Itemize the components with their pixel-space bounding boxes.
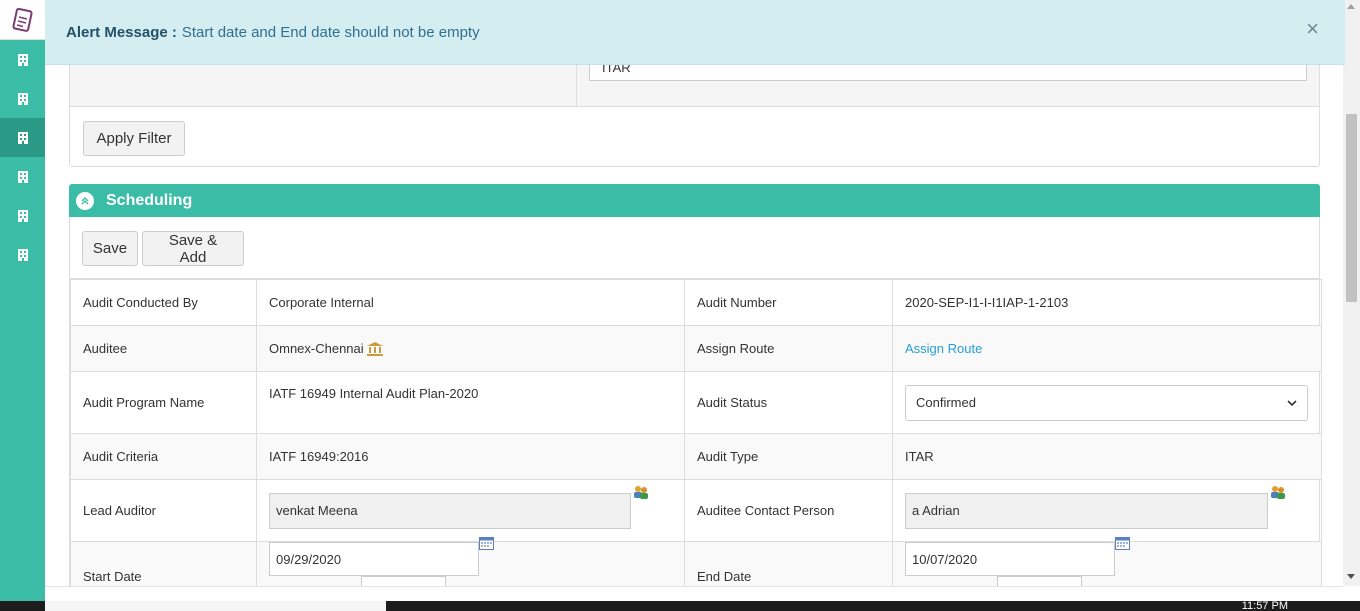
building-icon bbox=[17, 92, 28, 105]
scheduling-body: Save Save & Add Audit Conducted By Corpo… bbox=[69, 217, 1322, 586]
scroll-down-arrow-icon[interactable] bbox=[1347, 574, 1355, 579]
building-icon bbox=[17, 209, 28, 222]
scheduling-title: Scheduling bbox=[106, 191, 193, 209]
institution-icon[interactable] bbox=[367, 341, 384, 356]
form-row: Lead Auditor venkat Meena Auditee Contac… bbox=[70, 479, 1322, 542]
lead-auditor-label: Lead Auditor bbox=[70, 479, 257, 542]
form-row: Audit Program Name IATF 16949 Internal A… bbox=[70, 371, 1322, 434]
conducted-by-label: Audit Conducted By bbox=[70, 279, 257, 326]
sidebar-item-2[interactable] bbox=[0, 79, 45, 118]
building-icon bbox=[17, 170, 28, 183]
scheduling-header[interactable]: Scheduling bbox=[69, 184, 1320, 217]
end-date-cell: 10/07/2020 17:00 bbox=[892, 537, 1322, 586]
assign-route-cell: Assign Route bbox=[892, 325, 1322, 372]
apply-filter-button[interactable]: Apply Filter bbox=[83, 121, 185, 156]
building-icon bbox=[17, 53, 28, 66]
audit-criteria-label: Audit Criteria bbox=[70, 433, 257, 480]
save-and-add-button[interactable]: Save & Add bbox=[142, 231, 244, 266]
sidebar-item-1[interactable] bbox=[0, 40, 45, 79]
building-icon bbox=[17, 248, 28, 261]
sidebar-item-4[interactable] bbox=[0, 157, 45, 196]
auditee-value: Omnex-Chennai bbox=[269, 341, 364, 356]
taskbar: 11:57 PM bbox=[0, 601, 1360, 611]
sidebar-item-3-active[interactable] bbox=[0, 118, 45, 157]
form-row: Start Date 09/29/2020 08:00 End Date 10/… bbox=[70, 537, 1322, 586]
contact-person-field[interactable]: a Adrian bbox=[905, 492, 1268, 529]
clipboard-logo-icon bbox=[11, 7, 33, 32]
vertical-scrollbar[interactable] bbox=[1343, 0, 1360, 586]
close-icon[interactable]: × bbox=[1306, 16, 1319, 42]
form-row: Auditee Omnex-Chennai Assign Route Assig… bbox=[70, 325, 1322, 372]
contact-person-cell: a Adrian bbox=[892, 479, 1322, 542]
assign-route-label: Assign Route bbox=[684, 325, 893, 372]
scheduling-form: Audit Conducted By Corporate Internal Au… bbox=[70, 279, 1322, 586]
start-date-label: Start Date bbox=[70, 541, 257, 586]
audit-status-label: Audit Status bbox=[684, 371, 893, 434]
save-button[interactable]: Save bbox=[82, 231, 138, 266]
start-date-input[interactable]: 09/29/2020 bbox=[269, 542, 479, 576]
lead-auditor-field[interactable]: venkat Meena bbox=[269, 492, 631, 529]
audit-status-cell: Confirmed bbox=[892, 371, 1322, 434]
start-time-input[interactable]: 08:00 bbox=[361, 576, 446, 586]
form-row: Audit Conducted By Corporate Internal Au… bbox=[70, 279, 1322, 326]
taskbar-window-strip bbox=[45, 601, 386, 611]
alert-banner: Alert Message : Start date and End date … bbox=[45, 0, 1345, 65]
alert-label: Alert Message : bbox=[66, 23, 177, 41]
calendar-icon[interactable] bbox=[479, 536, 494, 553]
collapse-chevron-icon[interactable] bbox=[76, 191, 94, 210]
taskbar-clock: 11:57 PM bbox=[1241, 600, 1288, 611]
audit-criteria-value: IATF 16949:2016 bbox=[256, 433, 685, 480]
audit-type-value: ITAR bbox=[892, 433, 1322, 480]
form-row: Audit Criteria IATF 16949:2016 Audit Typ… bbox=[70, 433, 1322, 480]
scroll-up-arrow-icon[interactable] bbox=[1347, 4, 1355, 9]
auditee-label: Auditee bbox=[70, 325, 257, 372]
sidebar bbox=[0, 0, 45, 611]
audit-number-value: 2020-SEP-I1-I-I1IAP-1-2103 bbox=[892, 279, 1322, 326]
end-date-input[interactable]: 10/07/2020 bbox=[905, 542, 1115, 576]
audit-status-select[interactable]: Confirmed bbox=[905, 384, 1308, 421]
lead-auditor-cell: venkat Meena bbox=[256, 479, 685, 542]
horizontal-scroll-area bbox=[45, 586, 1343, 601]
sidebar-item-6[interactable] bbox=[0, 235, 45, 274]
select-user-icon[interactable] bbox=[633, 485, 649, 502]
conducted-by-value: Corporate Internal bbox=[256, 279, 685, 326]
audit-type-label: Audit Type bbox=[684, 433, 893, 480]
app-logo[interactable] bbox=[0, 0, 45, 40]
audit-status-value: Confirmed bbox=[916, 395, 976, 410]
program-name-label: Audit Program Name bbox=[70, 371, 257, 434]
sidebar-item-5[interactable] bbox=[0, 196, 45, 235]
chevron-down-icon bbox=[1287, 399, 1297, 406]
end-date-label: End Date bbox=[684, 541, 893, 586]
alert-message: Start date and End date should not be em… bbox=[181, 23, 480, 41]
start-date-cell: 09/29/2020 08:00 bbox=[256, 537, 685, 586]
building-icon bbox=[17, 131, 28, 144]
program-name-value: IATF 16949 Internal Audit Plan-2020 bbox=[256, 371, 685, 434]
action-bar: Save Save & Add bbox=[70, 217, 1319, 279]
auditee-cell: Omnex-Chennai bbox=[256, 325, 685, 372]
select-user-icon[interactable] bbox=[1270, 485, 1286, 502]
main-content: ITAR Apply Filter Scheduling Save Save &… bbox=[45, 0, 1345, 586]
end-time-input[interactable]: 17:00 bbox=[997, 576, 1082, 586]
audit-number-label: Audit Number bbox=[684, 279, 893, 326]
assign-route-link[interactable]: Assign Route bbox=[905, 341, 982, 356]
scrollbar-thumb[interactable] bbox=[1346, 114, 1357, 302]
calendar-icon[interactable] bbox=[1115, 536, 1130, 553]
contact-person-label: Auditee Contact Person bbox=[684, 479, 893, 542]
